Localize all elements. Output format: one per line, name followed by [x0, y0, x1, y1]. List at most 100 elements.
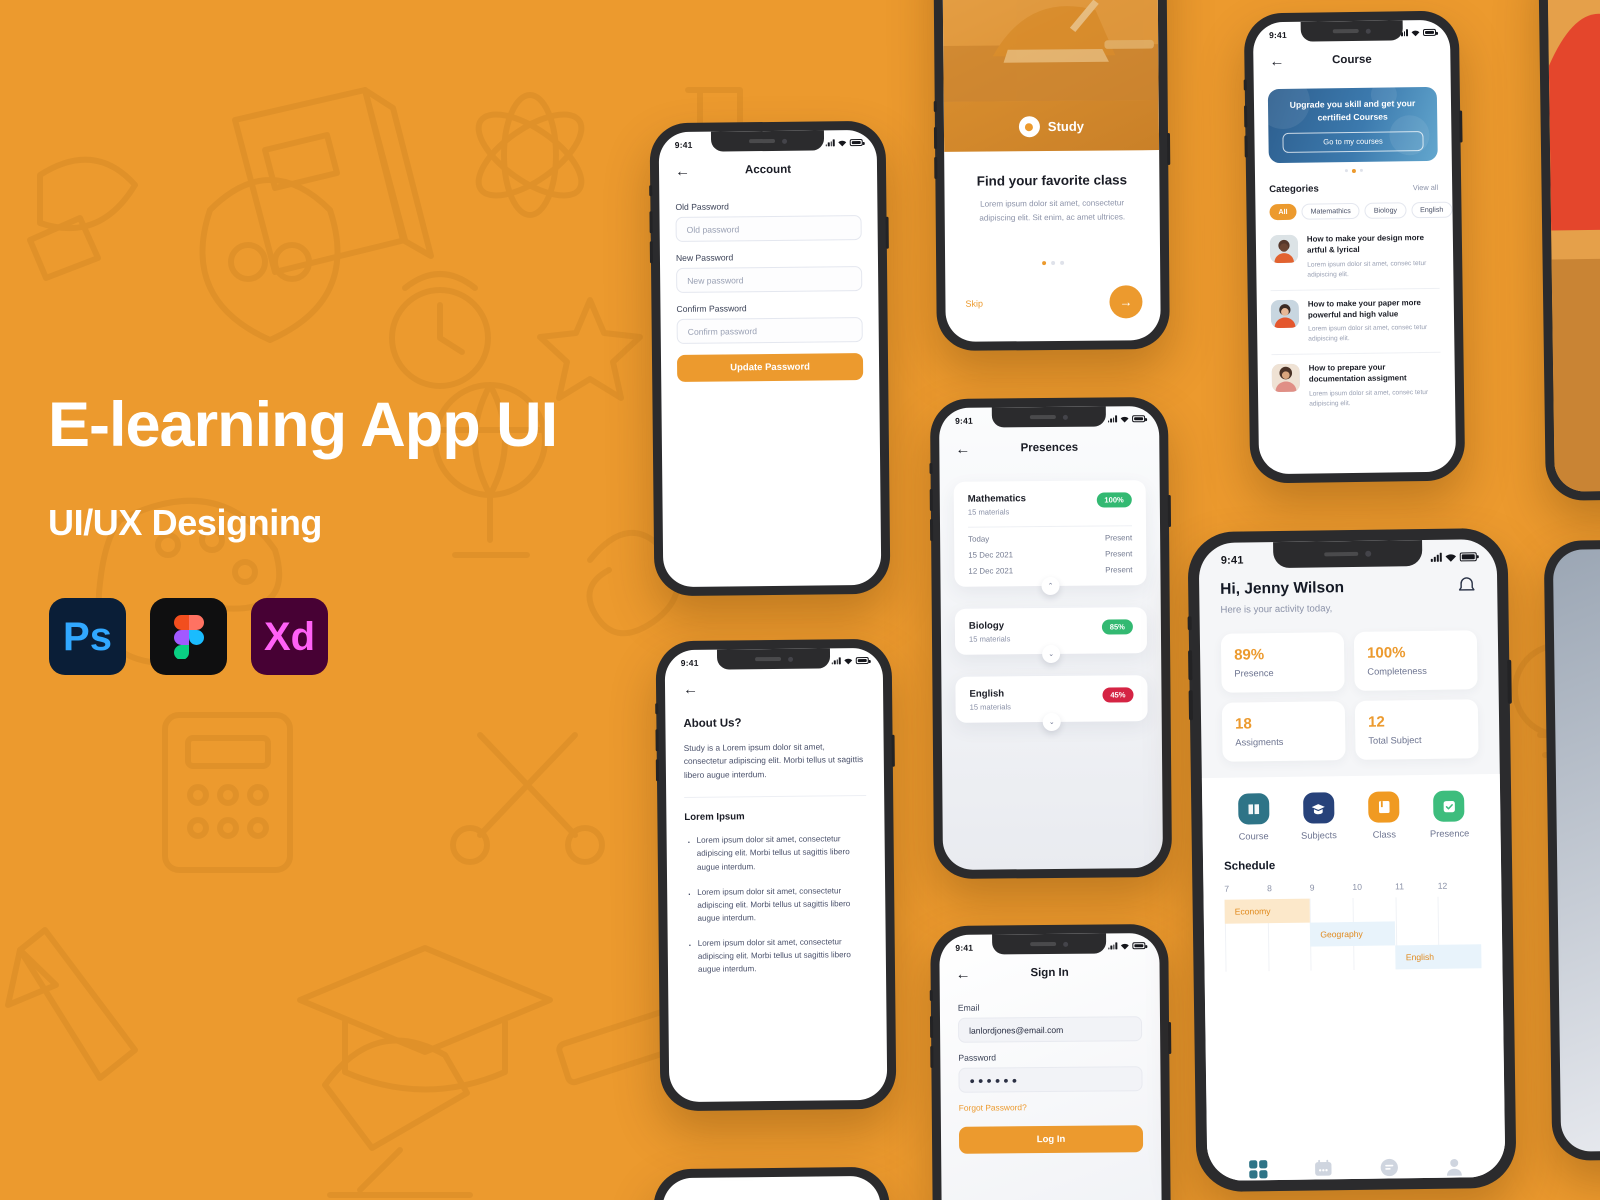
new-password-input[interactable]: New password [676, 266, 863, 293]
wifi-icon [844, 658, 853, 664]
list-item[interactable]: How to make your design more artful & ly… [1269, 223, 1440, 291]
stat-label: Total Subject [1368, 735, 1422, 746]
go-to-my-courses-button[interactable]: Go to my courses [1282, 130, 1424, 153]
dot-1[interactable] [1041, 261, 1046, 266]
avatar [1271, 363, 1301, 393]
chevron-down-icon[interactable]: ⌄ [1042, 712, 1061, 732]
grid-icon[interactable] [1248, 1159, 1268, 1181]
login-button[interactable]: Log In [958, 1125, 1144, 1154]
adobe-xd-label: Xd [263, 614, 316, 659]
stat-value: 12 [1367, 713, 1385, 731]
signal-icon [1107, 942, 1118, 950]
arrow-right-icon[interactable]: → [1109, 285, 1143, 319]
dot-1[interactable] [1344, 169, 1348, 173]
schedule-event-geography[interactable]: Geography [1310, 921, 1396, 947]
presence-card-english[interactable]: English 15 materials 45% ⌄ [955, 675, 1148, 732]
chip-all[interactable]: All [1269, 203, 1297, 221]
quick-action-class[interactable]: Class [1354, 791, 1415, 840]
chip-biology[interactable]: Biology [1364, 202, 1407, 219]
skip-button[interactable]: Skip [965, 298, 983, 308]
course-desc: Lorem ipsum dolor sit amet, consec tetur… [1309, 388, 1429, 408]
email-field[interactable]: lanlordjones@email.com [957, 1016, 1143, 1043]
calendar-icon[interactable] [1313, 1158, 1333, 1181]
quick-action-course[interactable]: Course [1223, 793, 1284, 842]
bell-icon[interactable] [1457, 575, 1476, 596]
table-row: Today Present [968, 526, 1132, 543]
page-subtitle: UI/UX Designing [48, 502, 323, 544]
signal-icon [1107, 415, 1118, 423]
back-button[interactable]: ← [683, 680, 698, 697]
photoshop-label: Ps [63, 614, 112, 659]
stat-label: Assigments [1235, 736, 1284, 748]
carousel-dots[interactable] [965, 261, 1140, 267]
dot-2[interactable] [1050, 261, 1055, 266]
chip-matemathics[interactable]: Matemathics [1301, 202, 1360, 220]
stat-completeness[interactable]: 100% Completeness [1353, 630, 1478, 691]
signal-icon [825, 139, 835, 147]
quick-action-subjects[interactable]: Subjects [1288, 792, 1349, 841]
row-status: Present [1105, 549, 1133, 559]
document-icon[interactable] [1379, 1157, 1399, 1181]
back-button[interactable]: ← [675, 162, 690, 179]
divider [684, 795, 867, 799]
page-title: E-learning App UI [48, 390, 558, 460]
presence-card-mathematics[interactable]: Mathematics 15 materials 100% Today Pres… [953, 480, 1147, 596]
profile-icon[interactable] [1444, 1156, 1464, 1181]
row-status: Present [1105, 565, 1133, 575]
about-bullet-list: Lorem ipsum dolor sit amet, consectetur … [685, 832, 868, 976]
schedule-event-economy[interactable]: Economy [1224, 898, 1311, 924]
schedule-title: Schedule [1223, 860, 1276, 873]
category-chip-row: All Matemathics Biology English [1269, 201, 1453, 221]
dot-3[interactable] [1359, 168, 1363, 172]
figma-icon [150, 598, 227, 675]
wifi-icon [838, 140, 847, 146]
stat-value: 18 [1234, 715, 1252, 733]
stat-value: 100% [1366, 644, 1406, 662]
quick-action-label: Presence [1429, 828, 1470, 839]
table-row: 15 Dec 2021 Present [968, 542, 1132, 559]
stat-total-subject[interactable]: 12 Total Subject [1354, 699, 1479, 760]
stat-assigments[interactable]: 18 Assigments [1221, 701, 1346, 762]
forgot-password-link[interactable]: Forgot Password? [959, 1101, 1143, 1113]
battery-icon [1132, 942, 1146, 950]
course-title: How to make your design more artful & ly… [1306, 233, 1425, 255]
battery-icon [1132, 415, 1146, 423]
stat-presence[interactable]: 89% Presence [1220, 632, 1345, 693]
quick-action-presence[interactable]: Presence [1419, 790, 1480, 839]
about-lead-text: Study is a Lorem ipsum dolor sit amet, c… [683, 741, 864, 780]
stat-label: Completeness [1367, 665, 1427, 677]
password-field[interactable]: ●●●●●● [958, 1066, 1143, 1093]
list-item: Lorem ipsum dolor sit amet, consectetur … [685, 884, 867, 925]
course-desc: Lorem ipsum dolor sit amet, consec tetur… [1307, 259, 1427, 279]
chevron-down-icon[interactable]: ⌄ [1042, 644, 1061, 664]
dot-2[interactable] [1351, 168, 1356, 174]
chevron-up-icon[interactable]: ⌃ [1041, 576, 1060, 596]
banner-carousel-dots[interactable] [1269, 168, 1438, 174]
list-item[interactable]: How to prepare your documentation assigm… [1271, 353, 1442, 419]
back-button[interactable]: ← [955, 440, 970, 457]
back-button[interactable]: ← [956, 965, 971, 982]
promo-banner[interactable]: Upgrade you skill and get your certified… [1267, 86, 1438, 164]
chip-english[interactable]: English [1410, 201, 1453, 219]
subject-name: Mathematics [967, 493, 1026, 505]
password-label: Password [958, 1052, 997, 1063]
signal-icon [831, 657, 841, 665]
phone-partial-bottom-left [653, 1166, 891, 1200]
confirm-password-input[interactable]: Confirm password [676, 317, 863, 344]
stat-label: Presence [1234, 668, 1274, 679]
update-password-button[interactable]: Update Password [676, 353, 864, 382]
schedule-grid: 7 8 9 10 11 12 Economy Geography English [1224, 880, 1482, 972]
materials-count: 15 materials [968, 634, 1011, 644]
schedule-event-english[interactable]: English [1395, 944, 1482, 970]
field-group-email: Email lanlordjones@email.com [957, 1001, 1143, 1043]
greeting-title: Hi, Jenny Wilson [1220, 578, 1345, 598]
view-all-link[interactable]: View all [1413, 183, 1438, 192]
list-item[interactable]: How to make your paper more powerful and… [1270, 288, 1441, 356]
check-square-icon [1433, 790, 1465, 822]
dot-3[interactable] [1059, 261, 1064, 266]
presence-card-biology[interactable]: Biology 15 materials 85% ⌄ [954, 607, 1148, 664]
quick-action-label: Class [1372, 829, 1396, 840]
back-button[interactable]: ← [1269, 52, 1284, 69]
old-password-input[interactable]: Old password [675, 215, 862, 242]
book-icon [1368, 791, 1400, 823]
